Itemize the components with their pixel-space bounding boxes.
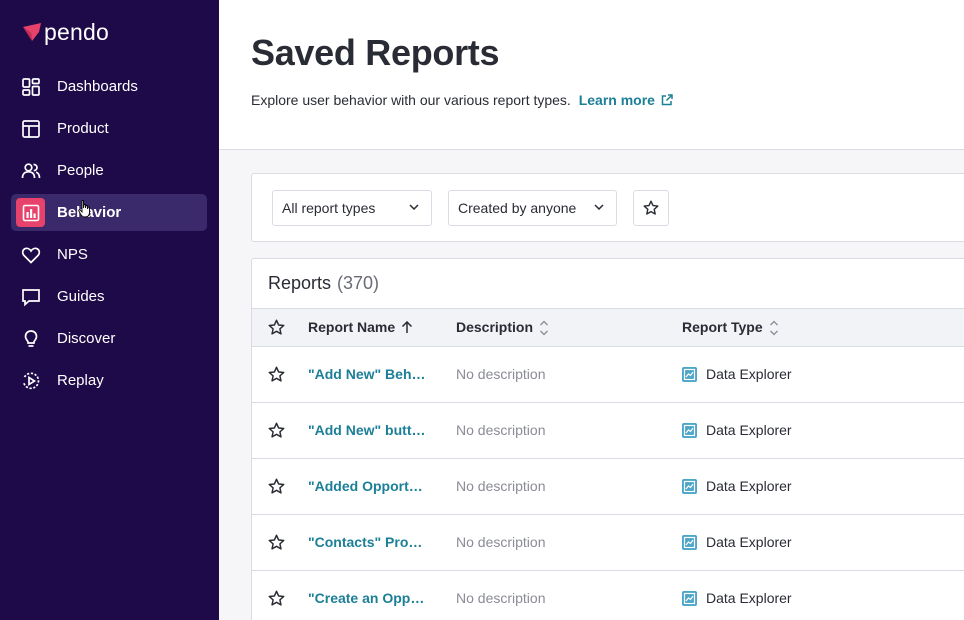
report-name-link[interactable]: "Add New" button clicks (308, 403, 428, 458)
sidebar-item-label: NPS (57, 246, 88, 263)
report-description: No description (456, 478, 546, 494)
heart-icon (20, 244, 42, 266)
sidebar-item-guides[interactable]: Guides (11, 278, 207, 315)
reports-title: Reports (268, 273, 332, 293)
learn-more-link[interactable]: Learn more (579, 92, 673, 108)
favorite-star-icon[interactable] (268, 590, 285, 607)
report-description: No description (456, 590, 546, 606)
page-header: Saved Reports Explore user behavior with… (219, 0, 964, 150)
guides-icon (20, 286, 42, 308)
product-icon (20, 118, 42, 140)
sidebar-item-dashboards[interactable]: Dashboards (11, 68, 207, 105)
sidebar: pendo Dashboards Product People NPS Guid… (0, 0, 219, 620)
chevron-down-icon (594, 204, 604, 210)
report-type: Data Explorer (682, 403, 792, 458)
report-type: Data Explorer (682, 515, 792, 570)
report-type-select[interactable]: All report types (272, 190, 432, 226)
table-row: "Add New" button clicks No description D… (252, 403, 964, 459)
column-header-report-type[interactable]: Report Type (682, 309, 779, 346)
table-row: "Create an Opportunity" No description D… (252, 571, 964, 620)
lightbulb-icon (20, 328, 42, 350)
sidebar-item-label: Product (57, 120, 109, 137)
data-explorer-icon (682, 423, 697, 438)
sidebar-item-product[interactable]: Product (11, 110, 207, 147)
subtitle-text: Explore user behavior with our various r… (251, 92, 571, 108)
sidebar-item-people[interactable]: People (11, 152, 207, 189)
report-name-link[interactable]: "Create an Opportunity" (308, 571, 428, 620)
reports-heading: Reports (370) (268, 273, 379, 294)
data-explorer-icon (682, 479, 697, 494)
sort-icon (540, 320, 548, 335)
report-type-label: Data Explorer (706, 590, 792, 606)
sidebar-item-nps[interactable]: NPS (11, 236, 207, 273)
favorite-star-icon[interactable] (268, 534, 285, 551)
star-column-icon[interactable] (268, 319, 285, 336)
favorite-star-icon[interactable] (268, 366, 285, 383)
sidebar-item-label: Discover (57, 330, 116, 347)
table-row: "Contacts" Product No description Data E… (252, 515, 964, 571)
people-icon (20, 160, 42, 182)
sidebar-item-label: People (57, 162, 104, 179)
sidebar-item-behavior[interactable]: Behavior (11, 194, 207, 231)
star-icon (643, 200, 659, 215)
report-type-label: Data Explorer (706, 478, 792, 494)
report-type: Data Explorer (682, 571, 792, 620)
favorite-star-icon[interactable] (268, 478, 285, 495)
column-header-label: Description (456, 319, 534, 335)
sidebar-item-label: Replay (57, 372, 104, 389)
data-explorer-icon (682, 367, 697, 382)
sidebar-item-label: Guides (57, 288, 105, 305)
data-explorer-icon (682, 535, 697, 550)
filter-bar: All report types Created by anyone (251, 173, 964, 242)
reports-count: (370) (337, 273, 380, 293)
report-description: No description (456, 534, 546, 550)
table-header: Report Name Description Report Type (252, 308, 964, 347)
external-link-icon (661, 94, 673, 106)
report-type: Data Explorer (682, 459, 792, 514)
reports-table-card: Reports (370) Report Name Description Rep… (251, 258, 964, 620)
hand-cursor-icon (78, 200, 90, 218)
learn-more-label: Learn more (578, 92, 655, 108)
pendo-logo[interactable]: pendo (22, 20, 109, 44)
replay-icon (20, 370, 42, 392)
report-description: No description (456, 422, 546, 438)
created-by-select[interactable]: Created by anyone (448, 190, 617, 226)
table-row: "Add New" Behavior No description Data E… (252, 347, 964, 403)
sidebar-item-label: Dashboards (57, 78, 138, 95)
sidebar-item-replay[interactable]: Replay (11, 362, 207, 399)
page-subtitle: Explore user behavior with our various r… (251, 92, 673, 108)
report-name-link[interactable]: "Add New" Behavior (308, 347, 428, 402)
data-explorer-icon (682, 591, 697, 606)
favorite-star-icon[interactable] (268, 422, 285, 439)
brand-name: pendo (44, 19, 109, 45)
report-description: No description (456, 366, 546, 382)
report-type-label: Data Explorer (706, 366, 792, 382)
report-type-value: All report types (282, 200, 376, 216)
column-header-report-name[interactable]: Report Name (308, 309, 413, 346)
report-name-link[interactable]: "Added Opportunity" (308, 459, 428, 514)
favorites-filter-button[interactable] (633, 190, 669, 226)
sidebar-item-discover[interactable]: Discover (11, 320, 207, 357)
column-header-label: Report Name (308, 319, 396, 335)
behavior-icon (16, 198, 45, 227)
report-type-label: Data Explorer (706, 422, 792, 438)
created-by-value: Created by anyone (458, 200, 577, 216)
page-title: Saved Reports (251, 32, 500, 73)
column-header-label: Report Type (682, 319, 763, 335)
sort-ascending-icon (402, 321, 413, 333)
report-type-label: Data Explorer (706, 534, 792, 550)
report-type: Data Explorer (682, 347, 792, 402)
table-row: "Added Opportunity" No description Data … (252, 459, 964, 515)
report-name-link[interactable]: "Contacts" Product (308, 515, 428, 570)
sort-icon (769, 320, 778, 335)
pendo-logo-icon (23, 23, 41, 41)
chevron-down-icon (409, 204, 419, 210)
column-header-description[interactable]: Description (456, 309, 549, 346)
dashboards-icon (20, 76, 42, 98)
